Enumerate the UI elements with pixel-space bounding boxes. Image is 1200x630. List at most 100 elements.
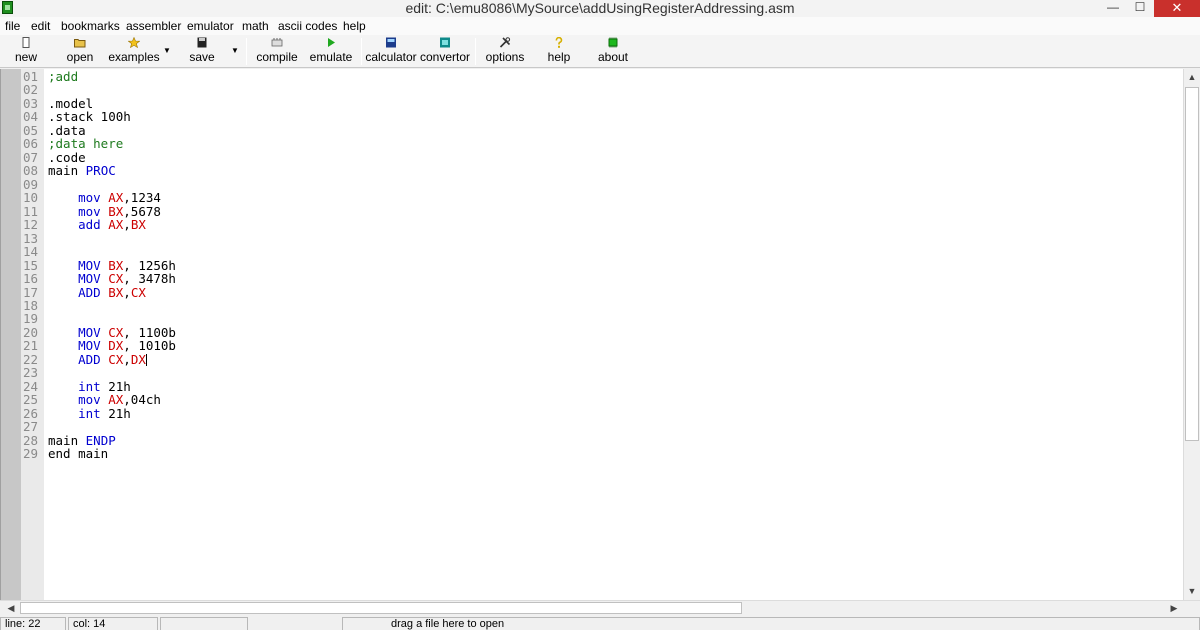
help-button[interactable]: help xyxy=(541,36,577,67)
code-line[interactable]: 16 MOV CX, 3478h xyxy=(1,271,1184,287)
code-text[interactable]: ADD CX,DX xyxy=(48,353,147,366)
line-number: 09 xyxy=(23,176,39,192)
code-line[interactable]: 19 xyxy=(1,312,1184,326)
code-token: main xyxy=(48,163,86,179)
code-line[interactable]: 20 MOV CX, 1100b xyxy=(1,325,1184,339)
scroll-up-icon[interactable]: ▲ xyxy=(1184,69,1200,86)
emulate-button[interactable]: emulate xyxy=(307,37,355,67)
code-text[interactable]: ;add xyxy=(48,70,78,83)
open-label: open xyxy=(66,50,94,64)
code-line[interactable]: 23 xyxy=(1,366,1184,380)
code-text[interactable]: .model xyxy=(48,97,93,110)
code-line[interactable]: 02 xyxy=(1,83,1184,97)
scroll-right-icon[interactable]: ▶ xyxy=(1166,601,1182,615)
code-keyword: PROC xyxy=(85,163,116,179)
new-button[interactable]: new xyxy=(4,37,48,67)
line-number: 15 xyxy=(23,257,39,273)
code-text[interactable]: int 21h xyxy=(48,380,131,393)
code-line[interactable]: 27 xyxy=(1,420,1184,434)
horizontal-scroll-thumb[interactable] xyxy=(20,602,742,614)
code-line[interactable]: 26 int 21h xyxy=(1,405,1184,421)
compile-button[interactable]: compile xyxy=(254,37,300,67)
code-text[interactable]: mov AX,04ch xyxy=(48,393,161,406)
code-text[interactable]: MOV CX, 3478h xyxy=(48,272,176,285)
options-label: options xyxy=(485,50,525,64)
code-text[interactable]: ;data here xyxy=(48,137,123,150)
menu-help[interactable]: help xyxy=(343,19,366,33)
code-line[interactable]: 09 xyxy=(1,176,1184,192)
star-icon xyxy=(127,36,141,49)
code-token: , xyxy=(123,217,131,233)
save-button[interactable]: save xyxy=(183,37,221,67)
code-text[interactable]: mov AX,1234 xyxy=(48,191,161,204)
menu-file[interactable]: file xyxy=(5,19,20,33)
code-text[interactable]: MOV CX, 1100b xyxy=(48,326,176,339)
code-lines[interactable]: 01 ;add 02 03 .model 04 .stack 100h 05 .data 06 ;d… xyxy=(1,70,1184,461)
menu-emulator[interactable]: emulator xyxy=(187,19,234,33)
code-text[interactable]: main ENDP xyxy=(48,433,116,447)
vertical-scroll-thumb[interactable] xyxy=(1185,87,1199,441)
status-col: col: 14 xyxy=(68,617,158,630)
code-text[interactable]: .code xyxy=(48,151,86,164)
menu-ascii-codes[interactable]: ascii codes xyxy=(278,19,337,33)
code-line[interactable]: 25 mov AX,04ch xyxy=(1,393,1184,407)
code-text[interactable]: mov BX,5678 xyxy=(48,204,161,218)
code-text[interactable]: add AX,BX xyxy=(48,218,146,231)
code-line[interactable]: 10 mov AX,1234 xyxy=(1,191,1184,205)
code-line[interactable]: 06 ;data here xyxy=(1,137,1184,151)
scroll-left-icon[interactable]: ◀ xyxy=(3,601,19,615)
menu-assembler[interactable]: assembler xyxy=(126,19,181,33)
code-line[interactable]: 03 .model xyxy=(1,96,1184,110)
examples-dropdown-icon[interactable]: ▼ xyxy=(163,46,171,55)
minimize-button[interactable]: — xyxy=(1100,0,1126,17)
about-button[interactable]: about xyxy=(594,37,632,67)
calculator-button[interactable]: calculator xyxy=(365,37,417,67)
code-line[interactable]: 24 int 21h xyxy=(1,379,1184,393)
code-keyword: ADD xyxy=(78,351,101,367)
code-editor[interactable]: 01 ;add 02 03 .model 04 .stack 100h 05 .data 06 ;d… xyxy=(0,69,1183,600)
open-button[interactable]: open xyxy=(60,37,100,67)
menu-math[interactable]: math xyxy=(242,19,269,33)
scroll-down-icon[interactable]: ▼ xyxy=(1184,583,1200,600)
code-token: 21h xyxy=(100,405,131,421)
code-text[interactable]: MOV BX, 1256h xyxy=(48,258,176,272)
code-line[interactable]: 08 main PROC xyxy=(1,164,1184,178)
code-text[interactable]: .stack 100h xyxy=(48,110,131,123)
maximize-button[interactable]: ☐ xyxy=(1127,0,1153,17)
code-text[interactable]: ADD BX,CX xyxy=(48,285,146,299)
menu-edit[interactable]: edit xyxy=(31,19,50,33)
close-button[interactable]: ✕ xyxy=(1154,0,1200,17)
code-line[interactable]: 04 .stack 100h xyxy=(1,110,1184,124)
code-line[interactable]: 11 mov BX,5678 xyxy=(1,203,1184,219)
line-number: 17 xyxy=(23,284,39,300)
code-line[interactable]: 07 .code xyxy=(1,150,1184,164)
code-line[interactable]: 28 main ENDP xyxy=(1,433,1184,447)
menu-bookmarks[interactable]: bookmarks xyxy=(61,19,120,33)
code-line[interactable]: 21 MOV DX, 1010b xyxy=(1,339,1184,353)
code-line[interactable]: 22 ADD CX,DX xyxy=(1,352,1184,366)
code-text[interactable]: end main xyxy=(48,447,108,460)
code-line[interactable]: 12 add AX,BX xyxy=(1,218,1184,232)
line-number: 11 xyxy=(23,203,39,219)
code-text[interactable]: MOV DX, 1010b xyxy=(48,339,176,352)
vertical-scrollbar[interactable]: ▲ ▼ xyxy=(1183,69,1200,600)
code-text[interactable]: .data xyxy=(48,124,86,137)
code-line[interactable]: 14 xyxy=(1,245,1184,259)
line-number: 16 xyxy=(23,271,39,287)
code-line[interactable]: 13 xyxy=(1,231,1184,245)
status-drop-hint: drag a file here to open xyxy=(342,617,1200,630)
save-dropdown-icon[interactable]: ▼ xyxy=(231,46,239,55)
options-button[interactable]: options xyxy=(484,37,526,67)
code-line[interactable]: 29 end main xyxy=(1,447,1184,461)
code-token: end main xyxy=(48,446,109,462)
code-text[interactable]: main PROC xyxy=(48,164,116,177)
code-text[interactable]: int 21h xyxy=(48,405,131,421)
convertor-button[interactable]: convertor xyxy=(420,37,470,67)
code-line[interactable]: 01 ;add xyxy=(1,70,1184,84)
code-line[interactable]: 05 .data xyxy=(1,123,1184,137)
code-line[interactable]: 17 ADD BX,CX xyxy=(1,284,1184,300)
code-line[interactable]: 18 xyxy=(1,298,1184,312)
horizontal-scrollbar[interactable]: ◀ ▶ xyxy=(0,600,1200,615)
examples-button[interactable]: examples xyxy=(106,36,162,67)
code-line[interactable]: 15 MOV BX, 1256h xyxy=(1,257,1184,273)
